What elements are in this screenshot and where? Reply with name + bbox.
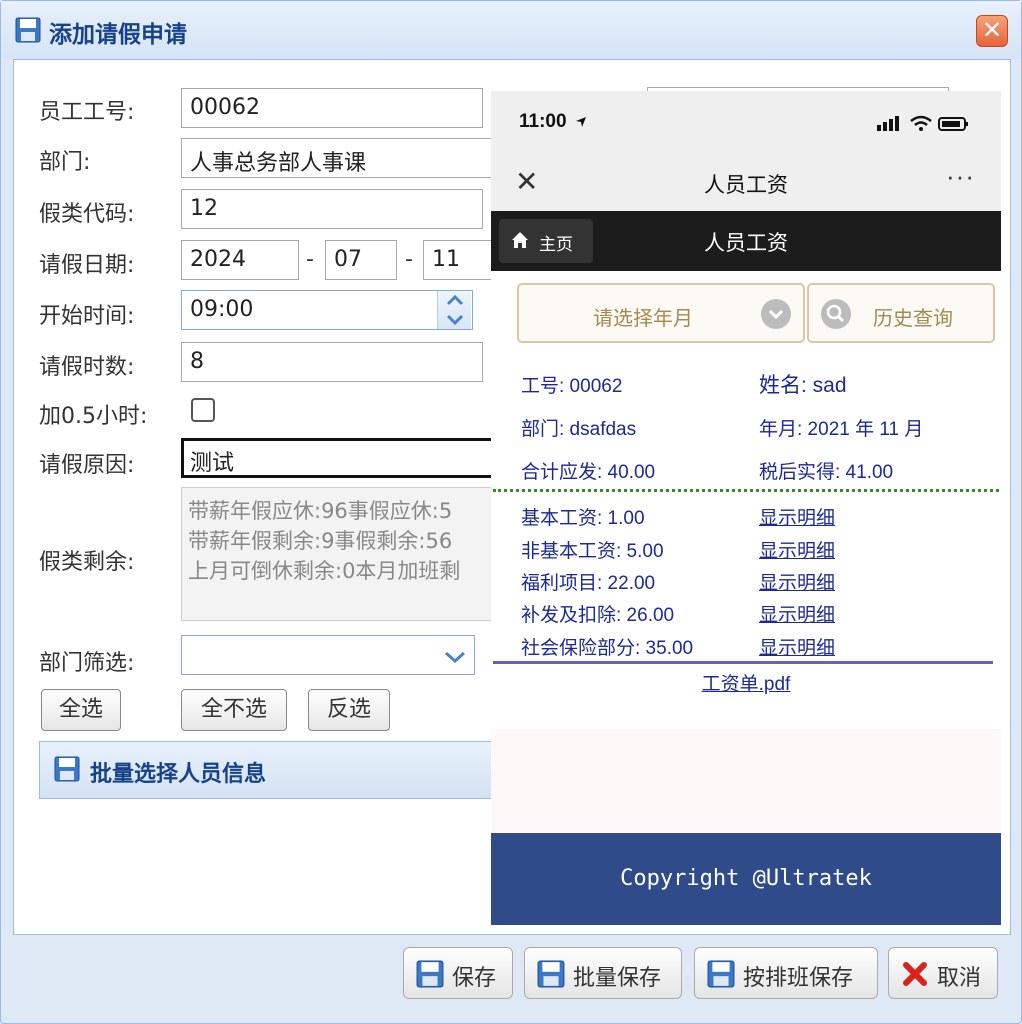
empty-content-area — [491, 729, 1001, 833]
chevron-down-icon[interactable] — [437, 637, 473, 675]
page-title: 人员工资 — [704, 232, 788, 255]
phone-status-bar: 11:00 — [491, 91, 1001, 153]
remain-line: 带薪年假应休:96事假应休:5 — [188, 499, 453, 523]
reason-input[interactable]: 测试 — [181, 438, 499, 478]
location-arrow-icon — [576, 117, 586, 127]
time-spinner[interactable] — [437, 291, 471, 329]
year-month-select-label: 请选择年月 — [593, 308, 693, 330]
emp-no-input[interactable]: 00062 — [181, 88, 483, 128]
hours-input[interactable]: 8 — [181, 342, 483, 382]
select-all-button[interactable]: 全选 — [41, 689, 121, 731]
batch-select-section-header[interactable]: 批量选择人员信息 — [39, 741, 499, 799]
pay-item-label: 基本工资: 1.00 — [521, 508, 645, 529]
signal-icon — [877, 116, 899, 131]
purple-divider — [493, 661, 993, 664]
invert-selection-button[interactable]: 反选 — [308, 689, 390, 731]
leave-year-input[interactable]: 2024 — [181, 240, 299, 280]
year-month-select[interactable]: 请选择年月 — [517, 283, 805, 343]
more-icon[interactable]: ··· — [946, 161, 975, 192]
leave-code-label: 假类代码: — [39, 202, 135, 227]
select-none-button[interactable]: 全不选 — [181, 689, 287, 731]
leave-remain-textarea[interactable]: 带薪年假应休:96事假应休:5 带薪年假剩余:9事假剩余:56 上月可倒休剩余:… — [181, 487, 493, 621]
pay-item-label: 福利项目: 22.00 — [521, 573, 656, 594]
floppy-disk-icon — [537, 960, 565, 988]
save-button[interactable]: 保存 — [403, 947, 513, 999]
schedule-save-button[interactable]: 按排班保存 — [694, 947, 878, 999]
dotted-divider — [493, 489, 999, 492]
remain-line: 带薪年假剩余:9事假剩余:56 — [188, 529, 453, 553]
battery-icon — [938, 117, 968, 131]
floppy-disk-icon — [54, 756, 80, 782]
dept-filter-select[interactable] — [181, 635, 475, 675]
nav-title: 人员工资 — [704, 174, 788, 197]
name-info: 姓名: sad — [759, 374, 847, 397]
dept-input[interactable]: 人事总务部人事课 — [181, 138, 499, 178]
chevron-down-icon — [761, 299, 791, 329]
history-query-button[interactable]: 历史查询 — [807, 283, 995, 343]
show-detail-link[interactable]: 显示明细 — [759, 600, 835, 627]
show-detail-link[interactable]: 显示明细 — [759, 503, 835, 530]
search-icon — [821, 299, 851, 329]
floppy-disk-icon — [15, 17, 41, 43]
close-button[interactable]: ✕ — [976, 15, 1008, 47]
section-title: 批量选择人员信息 — [90, 762, 267, 787]
half-hour-label: 加0.5小时: — [39, 404, 148, 429]
spin-up-icon[interactable] — [438, 291, 472, 310]
half-hour-checkbox[interactable] — [191, 398, 215, 422]
batch-save-button[interactable]: 批量保存 — [524, 947, 682, 999]
red-x-icon — [903, 962, 927, 986]
hours-label: 请假时数: — [39, 355, 135, 380]
payslip-pdf-link[interactable]: 工资单.pdf — [491, 669, 1001, 696]
leave-day-input[interactable]: 11 — [423, 240, 499, 280]
emp-no-info: 工号: 00062 — [521, 376, 623, 397]
net-pay-info: 税后实得: 41.00 — [759, 462, 894, 483]
pay-item-label: 社会保险部分: 35.00 — [521, 638, 694, 659]
spin-down-icon[interactable] — [438, 310, 472, 329]
cancel-button[interactable]: 取消 — [888, 947, 998, 999]
pay-item-label: 非基本工资: 5.00 — [521, 541, 664, 562]
reason-label: 请假原因: — [39, 453, 135, 478]
pay-item-label: 补发及扣除: 26.00 — [521, 605, 675, 626]
date-separator: - — [306, 247, 314, 272]
close-icon: ✕ — [981, 16, 1003, 44]
year-month-info: 年月: 2021 年 11 月 — [759, 419, 924, 440]
show-detail-link[interactable]: 显示明细 — [759, 633, 835, 660]
remain-line: 上月可倒休剩余:0本月加班剩 — [188, 559, 461, 583]
dialog-titlebar: 添加请假申请 ✕ — [1, 1, 1021, 59]
dialog-title: 添加请假申请 — [49, 22, 187, 48]
phone-nav-bar: ✕ 人员工资 ··· — [491, 153, 1001, 211]
status-icons — [877, 115, 968, 131]
remain-label: 假类剩余: — [39, 550, 135, 575]
leave-date-label: 请假日期: — [39, 253, 135, 278]
phone-overlay: 11:00 ✕ 人员工资 ··· 主页 人员工资 请选择年月 历史查询 工号: … — [491, 91, 1001, 925]
emp-no-label: 员工工号: — [39, 100, 135, 125]
dept-info: 部门: dsafdas — [521, 419, 637, 440]
leave-month-input[interactable]: 07 — [325, 240, 397, 280]
show-detail-link[interactable]: 显示明细 — [759, 568, 835, 595]
history-query-label: 历史查询 — [873, 308, 953, 330]
date-separator: - — [405, 247, 413, 272]
start-time-label: 开始时间: — [39, 304, 135, 329]
page-header: 主页 人员工资 — [491, 211, 1001, 271]
batch-save-button-label: 批量保存 — [573, 966, 662, 991]
floppy-disk-icon — [416, 960, 444, 988]
total-gross-info: 合计应发: 40.00 — [521, 462, 656, 483]
show-detail-link[interactable]: 显示明细 — [759, 536, 835, 563]
wifi-icon — [910, 115, 932, 131]
dept-label: 部门: — [39, 150, 91, 175]
save-button-label: 保存 — [452, 966, 497, 991]
cancel-button-label: 取消 — [937, 966, 982, 991]
status-time: 11:00 — [519, 111, 567, 132]
floppy-disk-icon — [707, 960, 735, 988]
schedule-save-button-label: 按排班保存 — [743, 966, 854, 991]
leave-request-dialog: 添加请假申请 ✕ 员工工号: 00062 部门: 人事总务部人事课 假类代码: … — [0, 0, 1022, 1024]
leave-code-input[interactable]: 12 — [181, 189, 483, 229]
start-time-input[interactable]: 09:00 — [181, 290, 473, 330]
copyright-footer: Copyright @Ultratek — [491, 833, 1001, 925]
dept-filter-label: 部门筛选: — [39, 651, 135, 676]
